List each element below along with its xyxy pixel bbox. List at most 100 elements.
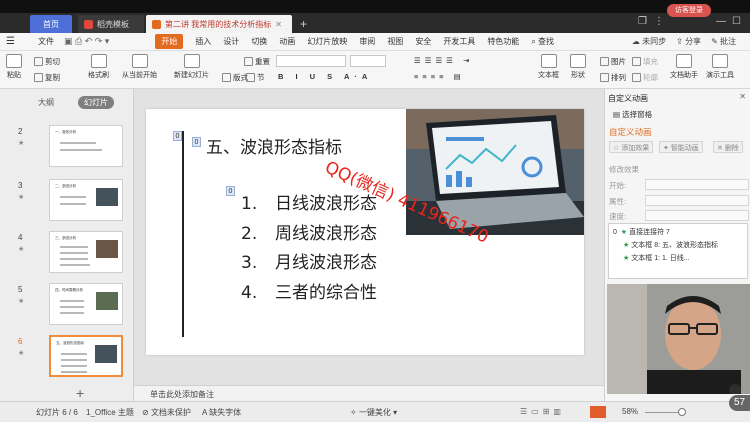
animation-list-item[interactable]: ★ 文本框 8: 五、波浪形态指标 [623,240,718,250]
cut-label: 剪切 [45,57,60,66]
beautify-button[interactable]: ✧ 一键美化 ▾ [350,407,397,418]
notes-area[interactable]: 单击此处添加备注 [134,385,604,401]
reset-button[interactable]: 重置 [244,56,270,67]
new-slide-button[interactable]: 新建幻灯片 [174,54,209,80]
animation-list-item[interactable]: ★ 文本框 1: 1. 日线... [623,253,690,263]
menu-slideshow[interactable]: 幻灯片放映 [307,36,347,47]
animation-list-item[interactable]: 0 ★ 直接连接符 7 [613,227,670,237]
bullet-list[interactable]: 1. 日线波浪形态 2. 周线波浪形态 3. 月线波浪形态 4. 三者的综合性 [241,189,377,307]
copy-icon [34,73,43,82]
anim-text: 文本框 1: 1. 日线... [631,255,690,262]
copy-button[interactable]: 复制 [34,72,60,83]
slide-title[interactable]: 五、波浪形态指标 [206,133,342,158]
font-name-combo[interactable] [276,55,346,67]
slide-canvas[interactable]: 0 0 五、波浪形态指标 0 1. 日线波浪形态 2. 周线波浪形态 3. 月线波浪形… [146,109,584,355]
play-from-current-button[interactable]: 从当前开始 [122,54,157,80]
maximize-icon[interactable]: ☐ [732,16,741,27]
missing-font-status[interactable]: A 缺失字体 [202,407,241,418]
connector-line[interactable] [182,131,184,337]
doc-helper-button[interactable]: 文档助手 [670,54,698,80]
zoom-slider-knob[interactable] [678,408,686,416]
smart-animation-button[interactable]: ✦ 智能动画 [659,141,703,153]
menu-review[interactable]: 审阅 [359,36,375,47]
tab-template[interactable]: 稻壳模板 [78,15,144,33]
font-size-combo[interactable] [350,55,386,67]
thumb-image [96,292,118,310]
animation-star-icon: ★ [18,350,25,357]
menu-file[interactable]: 文件 [38,36,54,47]
hamburger-icon[interactable]: ☰ [6,36,15,47]
menu-design[interactable]: 设计 [223,36,239,47]
tab-document[interactable]: 第二讲 我常用的技术分析指标 ✕ [146,15,292,33]
tab-slides[interactable]: 幻灯片 [78,96,114,109]
close-tab-icon[interactable]: ✕ [275,20,282,29]
tab-template-label: 稻壳模板 [97,19,129,29]
font-style-buttons[interactable]: B I U S A·A [278,72,372,81]
anim-text: 文本框 8: 五、波浪形态指标 [631,242,719,249]
scissors-icon [34,57,43,66]
zoom-level[interactable]: 58% [622,407,638,416]
delete-animation-button[interactable]: ✕ 删除 [713,141,743,153]
sync-status[interactable]: ☁ 未同步 [632,36,666,47]
menu-start[interactable]: 开始 [155,34,184,49]
thumb-number: 2 [18,127,23,136]
menu-transition[interactable]: 切换 [251,36,267,47]
new-tab-button[interactable]: + [294,15,313,33]
thumb-preview: 四、时间周期分析 [49,283,123,325]
fill-button[interactable]: 填充 [632,56,658,67]
protection-status[interactable]: ⊘ 文档未保护 [142,407,191,418]
property-select[interactable] [645,195,749,206]
outline-button[interactable]: 轮廓 [632,72,658,83]
menu-animation[interactable]: 动画 [279,36,295,47]
menu-search[interactable]: ⌕ 查找 [531,36,554,47]
comment-button[interactable]: ✎ 批注 [711,36,736,47]
paragraph-buttons[interactable]: ☰☰☰☰ ⇥ [414,56,473,65]
textbox-button[interactable]: 文本框 [538,54,559,80]
protection-label: 文档未保护 [150,408,191,417]
menu-security[interactable]: 安全 [415,36,431,47]
align-buttons[interactable]: ≡≡≡≡ ▤ [414,72,465,81]
view-mode-buttons[interactable]: ☰▭⊞▥ [520,407,565,416]
tab-outline[interactable]: 大纲 [32,96,60,109]
share-button[interactable]: ⇪ 分享 [676,36,701,47]
layout-button[interactable]: 版式 [222,72,248,83]
add-slide-button[interactable]: + [76,385,84,401]
shape-button[interactable]: 形状 [570,54,586,80]
menu-search-label: 查找 [538,37,555,46]
thumb-image [95,345,117,363]
thumb-title: 四、时间周期分析 [55,288,83,292]
thumb-line [60,252,88,254]
arrange-label: 排列 [611,73,626,82]
format-painter-button[interactable]: 格式刷 [88,54,109,80]
missing-font-label: 缺失字体 [209,408,242,417]
menu-devtools[interactable]: 开发工具 [443,36,475,47]
login-button[interactable]: 访客登录 [667,4,711,17]
menu-insert[interactable]: 插入 [195,36,211,47]
presentation-tools-button[interactable]: 演示工具 [706,54,734,80]
pane-close-icon[interactable]: ✕ [739,92,746,101]
animation-order-tag: 0 [173,131,182,141]
tab-home[interactable]: 首页 [30,15,72,33]
new-slide-icon [183,54,200,68]
section-button[interactable]: 节 [246,72,265,83]
cut-button[interactable]: 剪切 [34,56,60,67]
minimize-icon[interactable]: — [716,16,726,27]
add-effect-button[interactable]: ☆ 添加效果 [609,141,654,153]
speed-select[interactable] [645,210,749,221]
top-strip [0,0,750,13]
select-pane-link[interactable]: ▤ 选择窗格 [613,109,652,120]
arrange-button[interactable]: 排列 [600,72,626,83]
thumb-line [60,312,84,314]
quick-access-icons[interactable]: ▣ ⎙ ↶ ↷ ▾ [64,36,109,47]
restore-icon[interactable]: ❐ [638,16,647,27]
settings-icon[interactable]: ⋮ [654,16,664,27]
paste-icon [6,54,22,68]
slideshow-play-button[interactable] [590,406,606,418]
thumb-title: 二、多因分析 [55,184,76,188]
menu-features[interactable]: 特色功能 [487,36,519,47]
start-select[interactable] [645,179,749,190]
status-bar: 幻灯片 6 / 6 1_Office 主题 ⊘ 文档未保护 A 缺失字体 ✧ 一… [0,401,750,422]
picture-button[interactable]: 图片 [600,56,626,67]
paste-button[interactable]: 粘贴 [6,54,22,80]
menu-view[interactable]: 视图 [387,36,403,47]
